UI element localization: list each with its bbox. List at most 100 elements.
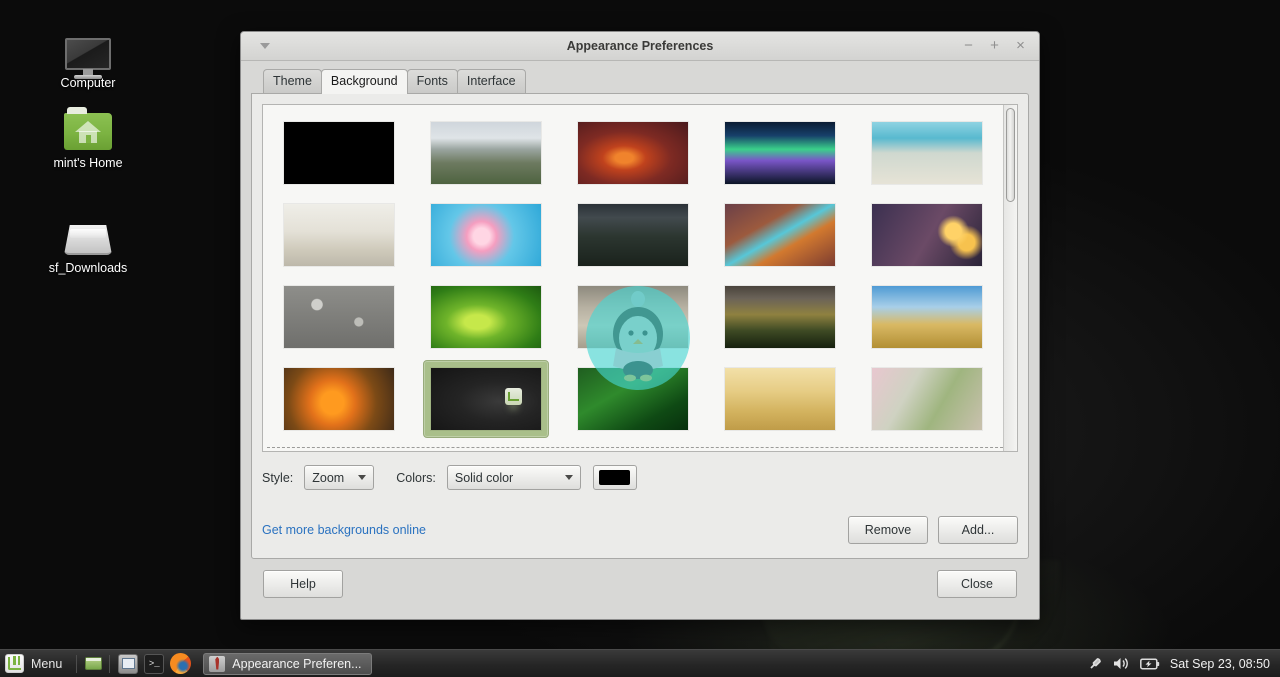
menu-button[interactable]: Menu xyxy=(0,651,71,677)
maximize-button[interactable]: + xyxy=(988,38,1001,53)
desktop-icon-home[interactable]: mint's Home xyxy=(28,100,148,170)
show-desktop-icon[interactable] xyxy=(82,653,104,675)
wallpaper-thumbnail xyxy=(872,204,983,266)
wallpaper-canyon-arch[interactable] xyxy=(707,194,854,276)
wallpaper-thumb-wrap xyxy=(577,286,688,348)
wallpaper-thumb-wrap xyxy=(725,368,836,430)
wallpaper-green-branch[interactable] xyxy=(412,276,559,358)
wallpaper-bokeh-lights[interactable] xyxy=(854,194,1001,276)
wallpaper-zen-garden[interactable] xyxy=(559,276,706,358)
wallpaper-solid-black[interactable] xyxy=(265,112,412,194)
wallpaper-thumb-wrap xyxy=(283,368,394,430)
wallpaper-thumb-wrap xyxy=(430,204,541,266)
dialog-close-button[interactable]: Close xyxy=(937,570,1017,598)
colors-label: Colors: xyxy=(396,470,436,485)
wallpaper-wheat-field[interactable] xyxy=(707,358,854,440)
wallpaper-list-frame xyxy=(262,104,1018,452)
dialog-action-area: Help Close xyxy=(251,559,1029,609)
window-title: Appearance Preferences xyxy=(566,39,714,53)
wallpaper-pink-green-blur[interactable] xyxy=(854,358,1001,440)
style-dropdown-value: Zoom xyxy=(312,470,345,485)
wallpaper-thumbnail xyxy=(430,204,541,266)
wallpaper-mountain-sunrise[interactable] xyxy=(707,276,854,358)
wallpaper-thumb-wrap xyxy=(725,122,836,184)
wallpaper-thumb-wrap xyxy=(577,204,688,266)
style-dropdown[interactable]: Zoom xyxy=(304,465,375,490)
add-button[interactable]: Add... xyxy=(938,516,1018,544)
wallpaper-thumb-wrap xyxy=(872,368,983,430)
clock[interactable]: Sat Sep 23, 08:50 xyxy=(1170,657,1270,671)
wallpaper-snowy-mountains[interactable] xyxy=(412,112,559,194)
wallpaper-wheat-blue-sky[interactable] xyxy=(854,276,1001,358)
appearance-preferences-window[interactable]: Appearance Preferences − + × Theme Backg… xyxy=(240,31,1040,620)
wallpaper-selection-frame xyxy=(422,360,549,438)
wallpaper-thumbnail xyxy=(725,122,836,184)
firefox-launcher-icon[interactable] xyxy=(168,652,192,676)
wallpaper-aurora-night[interactable] xyxy=(707,112,854,194)
screenshot-launcher-icon[interactable] xyxy=(116,652,140,676)
wallpaper-thumb-wrap xyxy=(283,122,394,184)
wallpaper-thumbnail xyxy=(577,204,688,266)
tab-interface[interactable]: Interface xyxy=(456,69,526,93)
wallpaper-thumb-wrap xyxy=(725,204,836,266)
wallpaper-orange-bokeh-flower[interactable] xyxy=(265,358,412,440)
close-button[interactable]: × xyxy=(1014,38,1027,53)
color-swatch-button[interactable] xyxy=(592,465,637,490)
scrollbar-thumb[interactable] xyxy=(1006,108,1015,202)
focus-dashed-border xyxy=(267,447,1013,448)
desktop-icon-computer[interactable]: Computer xyxy=(28,20,148,90)
taskbar-window-button[interactable]: Appearance Preferen... xyxy=(203,652,372,675)
wallpaper-beach-grass[interactable] xyxy=(854,112,1001,194)
background-tab-page: Style: Zoom Colors: Solid color Get more… xyxy=(251,93,1029,559)
minimize-button[interactable]: − xyxy=(962,38,975,53)
wallpaper-thumb-wrap xyxy=(872,204,983,266)
wallpaper-cherry-blossom[interactable] xyxy=(412,194,559,276)
wallpaper-actions-row: Get more backgrounds online Remove Add..… xyxy=(262,516,1018,544)
volume-icon[interactable] xyxy=(1113,656,1130,671)
desktop-icon-sf-downloads[interactable]: sf_Downloads xyxy=(28,205,148,275)
get-more-backgrounds-link[interactable]: Get more backgrounds online xyxy=(262,523,426,537)
wallpaper-thumbnail xyxy=(725,368,836,430)
wallpaper-thumb-wrap xyxy=(430,122,541,184)
wallpaper-green-fern[interactable] xyxy=(559,358,706,440)
wallpaper-linux-mint-logo-dark[interactable] xyxy=(412,358,559,440)
wallpaper-grid[interactable] xyxy=(263,105,1003,451)
computer-monitor-icon xyxy=(28,20,148,79)
wallpaper-thumb-wrap xyxy=(430,286,541,348)
help-button[interactable]: Help xyxy=(263,570,343,598)
wallpaper-thumb-wrap xyxy=(283,204,394,266)
wallpaper-dark-storm-valley[interactable] xyxy=(559,194,706,276)
style-label: Style: xyxy=(262,470,294,485)
tab-bar[interactable]: Theme Background Fonts Interface xyxy=(251,69,1029,94)
tab-background[interactable]: Background xyxy=(320,69,408,94)
panel-divider xyxy=(109,654,111,673)
wallpaper-thumbnail xyxy=(577,122,688,184)
wallpaper-thumb-wrap xyxy=(283,286,394,348)
appearance-tie-icon xyxy=(209,655,226,672)
wallpaper-thumbnail xyxy=(283,368,394,430)
wallpaper-thumbnail xyxy=(430,368,541,430)
taskbar-panel: Menu >_ Appearance Preferen... Sat Sep 2… xyxy=(0,649,1280,677)
wallpaper-snow-lone-tree[interactable] xyxy=(265,194,412,276)
wallpaper-thumbnail xyxy=(872,122,983,184)
linux-mint-menu-icon xyxy=(5,654,24,673)
panel-divider xyxy=(76,654,78,673)
microphone-icon[interactable] xyxy=(1088,656,1103,671)
remove-button[interactable]: Remove xyxy=(848,516,928,544)
terminal-launcher-icon[interactable]: >_ xyxy=(142,652,166,676)
wallpaper-orange-canyon[interactable] xyxy=(559,112,706,194)
tab-theme[interactable]: Theme xyxy=(263,69,322,93)
wallpaper-grey-pebbles[interactable] xyxy=(265,276,412,358)
battery-icon[interactable] xyxy=(1139,657,1160,671)
desktop-icon-label: sf_Downloads xyxy=(48,261,128,275)
tab-fonts[interactable]: Fonts xyxy=(406,69,458,93)
taskbar-window-label: Appearance Preferen... xyxy=(232,656,362,671)
wallpaper-thumb-wrap xyxy=(872,122,983,184)
colors-dropdown-value: Solid color xyxy=(454,470,514,485)
wallpaper-scrollbar[interactable] xyxy=(1003,105,1017,451)
wallpaper-thumbnail xyxy=(430,286,541,348)
window-titlebar[interactable]: Appearance Preferences − + × xyxy=(241,32,1039,61)
colors-dropdown[interactable]: Solid color xyxy=(446,465,581,490)
wallpaper-thumb-wrap xyxy=(577,122,688,184)
chevron-down-icon xyxy=(358,475,367,480)
